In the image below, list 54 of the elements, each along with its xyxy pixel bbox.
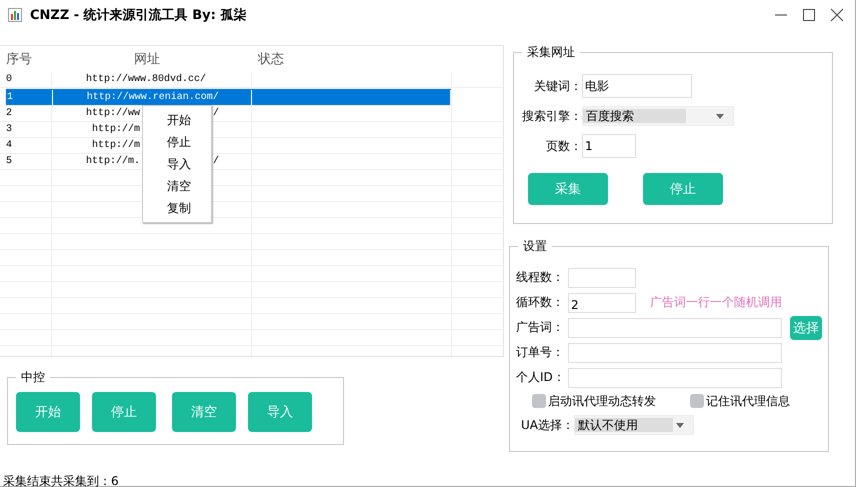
input-field[interactable] [568,342,782,362]
field-label: UA选择： [521,416,574,434]
menu-item[interactable]: 开始 [143,109,211,131]
input-field[interactable] [568,268,636,288]
table-cell: 5 [5,154,52,169]
field-label: 页数： [545,138,582,154]
table-cell: 4 [5,138,52,153]
input-field[interactable] [568,368,782,388]
table-cell-text: http://www.80dvd.cc/ [86,72,206,87]
field-label: 个人ID： [516,369,566,386]
table-cell-text: http://www.renian.com/ [86,90,219,104]
hint-text: 广告词一行一个随机调用 [650,294,782,311]
checkbox[interactable] [532,394,546,408]
dropdown[interactable]: 百度搜索 [582,106,734,126]
field-label: 线程数： [516,269,565,286]
selected-row[interactable]: 1 http://www.renian.com/ [5,88,452,106]
table-cell: 0 [5,72,52,87]
menu-item[interactable]: 导入 [143,153,211,175]
window-title: CNZZ - 统计来源引流工具 By: 孤柒 [30,6,246,24]
checkbox[interactable] [690,394,704,408]
column-header[interactable]: 序号 [0,50,52,68]
group-title: 中控 [16,369,50,386]
table-cell: 2 [5,106,52,121]
menu-item[interactable]: 复制 [143,197,211,219]
field-label: 搜索引擎： [522,108,582,124]
field-label: 订单号： [516,344,565,361]
column-header[interactable]: 状态 [252,50,452,68]
table-cell-text: http://m. [86,154,140,169]
caret-icon [675,421,685,429]
field-label: 循环数： [516,294,565,311]
column-header[interactable]: 网址 [52,50,252,68]
dropdown[interactable]: 默认不使用 [574,415,694,435]
input-field[interactable]: 1 [582,134,636,158]
field-label: 广告词： [516,319,565,336]
table-cell-text: http://m [92,122,140,137]
table-cell: 1 [6,90,53,104]
menu-item[interactable]: 清空 [143,175,211,197]
table-cell-text: http://m [92,138,140,153]
caret-icon [715,112,725,120]
checkbox-label: 启动讯代理动态转发 [548,392,656,410]
table-cell: 3 [5,122,52,137]
table-cell-text: / [212,154,219,169]
close-icon[interactable] [829,7,845,23]
status-text: 采集结束共采集到：6 [2,473,120,487]
checkbox-label: 记住讯代理信息 [706,392,790,410]
input-field[interactable]: 电影 [582,74,692,98]
table-cell-text: / [212,106,219,121]
menu-item[interactable]: 停止 [143,131,211,153]
maximize-icon[interactable] [801,7,817,23]
input-field[interactable] [568,318,782,338]
input-field[interactable]: 2 [568,292,636,312]
table-cell-text: http://ww [86,106,140,121]
field-label: 关键词： [533,78,582,94]
bar-chart-icon [8,8,22,22]
